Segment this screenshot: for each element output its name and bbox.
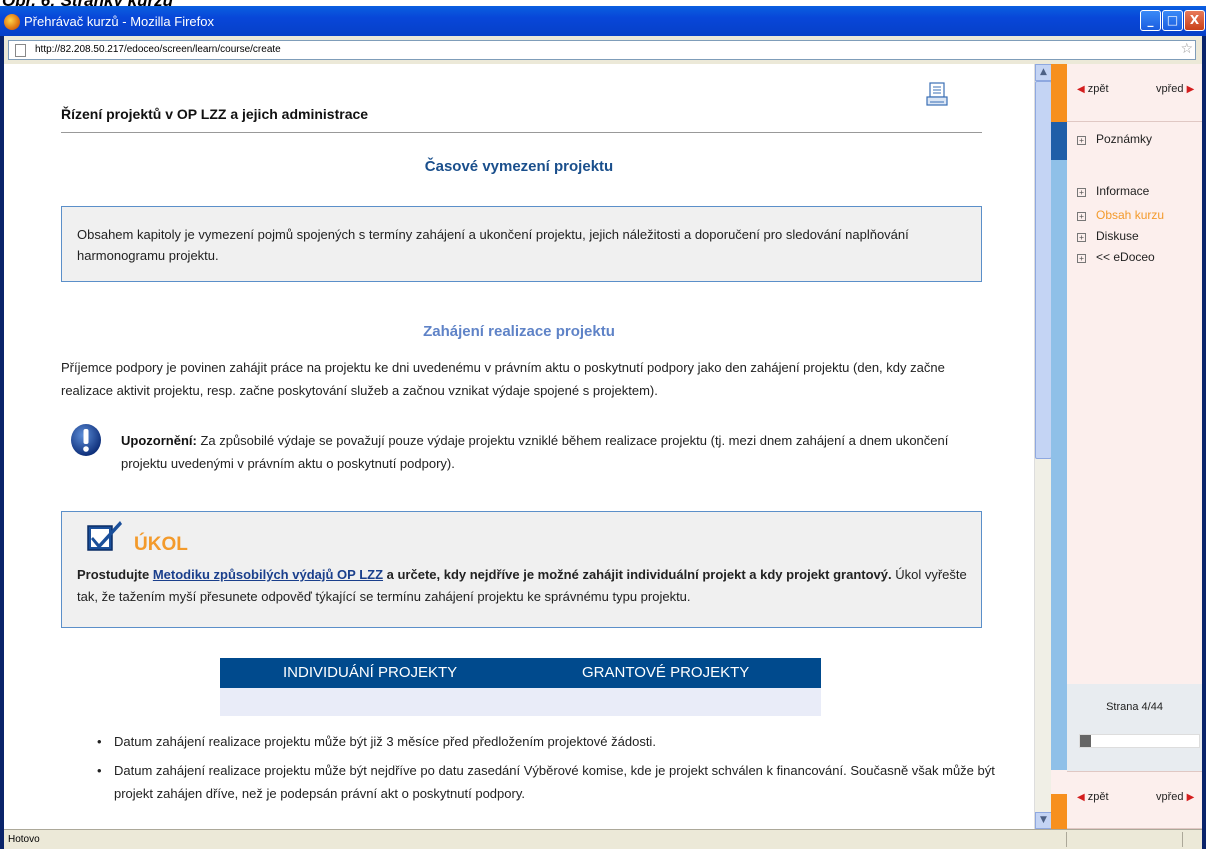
task-label: ÚKOL <box>134 534 188 555</box>
sidebar-item-edoceo[interactable]: + << eDoceo <box>1077 250 1155 264</box>
page-content: Řízení projektů v OP LZZ a jejich admini… <box>4 64 1202 829</box>
browser-window: Přehrávač kurzů - Mozilla Firefox _ □ X … <box>0 6 1206 849</box>
url-field[interactable]: http://82.208.50.217/edoceo/screen/learn… <box>8 40 1196 60</box>
chapter-title: Časové vymezení projektu <box>424 158 614 175</box>
bottom-navigation: ◀ zpět vpřed ▶ <box>1067 771 1202 829</box>
arrow-right-icon: ▶ <box>1186 84 1195 95</box>
drag-drop-header: INDIVIDUÁNÍ PROJEKTY GRANTOVÉ PROJEKTY <box>220 658 821 688</box>
page-counter: Strana 4/44 <box>1106 701 1163 713</box>
print-icon[interactable] <box>926 82 948 108</box>
exclamation-icon <box>71 424 101 456</box>
grant-projects-column: GRANTOVÉ PROJEKTY <box>582 664 750 681</box>
sidebar-item-label: Obsah kurzu <box>1096 208 1165 222</box>
forward-button[interactable]: vpřed ▶ <box>1156 791 1194 803</box>
forward-button[interactable]: vpřed ▶ <box>1156 83 1194 95</box>
status-bar: Hotovo <box>4 829 1202 849</box>
sidebar-item-notes[interactable]: + Poznámky <box>1077 132 1152 146</box>
arrow-left-icon: ◀ <box>1077 84 1085 95</box>
sidebar-item-label: << eDoceo <box>1096 250 1155 264</box>
scroll-thumb[interactable] <box>1035 81 1052 459</box>
arrow-left-icon: ◀ <box>1077 792 1085 803</box>
section-title: Zahájení realizace projektu <box>423 323 615 340</box>
task-text: Prostudujte Metodiku způsobilých výdajů … <box>77 564 972 608</box>
sidebar-item-discussion[interactable]: + Diskuse <box>1077 229 1139 243</box>
expand-plus-icon: + <box>1077 136 1086 145</box>
course-main: Řízení projektů v OP LZZ a jejich admini… <box>4 64 1034 829</box>
arrow-right-icon: ▶ <box>1186 792 1195 803</box>
status-separator <box>1066 832 1067 847</box>
back-button[interactable]: ◀ zpět <box>1077 791 1109 803</box>
methodology-link[interactable]: Metodiku způsobilých výdajů OP LZZ <box>153 567 383 582</box>
course-sidebar: ◀ zpět vpřed ▶ + Poznámky + Informace + Obs… <box>1051 64 1202 829</box>
section-paragraph: Příjemce podpory je povinen zahájit prác… <box>61 360 945 398</box>
close-button[interactable]: X <box>1184 10 1205 31</box>
status-separator <box>1182 832 1183 847</box>
expand-plus-icon: + <box>1077 254 1086 263</box>
vertical-scrollbar[interactable]: ▲ ▼ <box>1034 64 1052 829</box>
sidebar-stripe <box>1051 794 1067 829</box>
sidebar-stripe <box>1051 122 1067 160</box>
warning-body: Za způsobilé výdaje se považují pouze vý… <box>121 433 949 471</box>
drop-zone[interactable] <box>220 688 821 716</box>
sidebar-item-label: Informace <box>1096 184 1150 198</box>
expand-plus-icon: + <box>1077 188 1086 197</box>
sidebar-stripe <box>1051 160 1067 770</box>
task-text-1: Prostudujte <box>77 567 153 582</box>
sidebar-stripe <box>1051 64 1067 122</box>
intro-box: Obsahem kapitoly je vymezení pojmů spoje… <box>61 206 982 282</box>
individual-projects-column: INDIVIDUÁNÍ PROJEKTY <box>283 664 458 681</box>
url-text: http://82.208.50.217/edoceo/screen/learn… <box>35 44 281 55</box>
forward-label: vpřed <box>1156 83 1184 95</box>
forward-label: vpřed <box>1156 791 1184 803</box>
checkbox-check-icon <box>87 521 122 551</box>
draggable-answer[interactable]: Datum zahájení realizace projektu může b… <box>97 730 997 753</box>
warning-text: Upozornění: Za způsobilé výdaje se považ… <box>121 429 991 475</box>
warning-label: Upozornění: <box>121 433 197 448</box>
title-divider <box>61 132 982 133</box>
scroll-down-arrow-icon[interactable]: ▼ <box>1035 812 1052 829</box>
back-label: zpět <box>1087 83 1109 95</box>
maximize-button[interactable]: □ <box>1162 10 1183 31</box>
top-navigation: ◀ zpět vpřed ▶ <box>1067 64 1202 122</box>
bookmark-star-icon[interactable]: ☆ <box>1180 41 1193 57</box>
status-text: Hotovo <box>8 834 40 845</box>
answer-list: Datum zahájení realizace projektu může b… <box>97 730 997 811</box>
progress-fill <box>1080 735 1091 747</box>
expand-plus-icon: + <box>1077 212 1086 221</box>
draggable-answer[interactable]: Datum zahájení realizace projektu může b… <box>97 759 997 805</box>
back-label: zpět <box>1087 791 1109 803</box>
page-icon <box>15 44 26 57</box>
notes-label: Poznámky <box>1096 132 1153 146</box>
intro-text: Obsahem kapitoly je vymezení pojmů spoje… <box>77 227 909 263</box>
sidebar-item-info[interactable]: + Informace <box>1077 184 1149 198</box>
task-text-2: a určete, kdy nejdříve je možné zahájit … <box>383 567 892 582</box>
window-title: Přehrávač kurzů - Mozilla Firefox <box>24 14 214 29</box>
progress-bar <box>1079 734 1200 748</box>
back-button[interactable]: ◀ zpět <box>1077 83 1109 95</box>
firefox-icon <box>4 14 20 30</box>
scroll-up-arrow-icon[interactable]: ▲ <box>1035 64 1052 81</box>
task-box: ÚKOL Prostudujte Metodiku způsobilých vý… <box>61 511 982 628</box>
sidebar-item-label: Diskuse <box>1096 229 1139 243</box>
sidebar-item-course-content[interactable]: + Obsah kurzu <box>1077 208 1164 222</box>
course-title: Řízení projektů v OP LZZ a jejich admini… <box>61 106 369 122</box>
title-bar: Přehrávač kurzů - Mozilla Firefox _ □ X <box>0 6 1206 36</box>
expand-plus-icon: + <box>1077 233 1086 242</box>
address-bar: http://82.208.50.217/edoceo/screen/learn… <box>4 36 1202 64</box>
minimize-button[interactable]: _ <box>1140 10 1161 31</box>
